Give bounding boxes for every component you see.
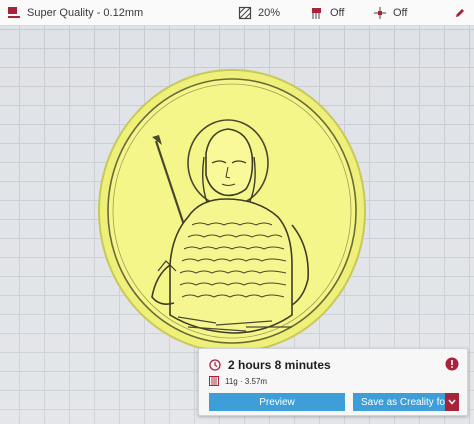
infill-setting[interactable]: 20% [238, 0, 280, 26]
print-profile-selector[interactable]: Super Quality - 0.12mm [7, 0, 143, 26]
material-stats-row: 11g · 3.57m [209, 376, 267, 386]
save-button[interactable]: Save as Creality fo... [353, 393, 445, 411]
adhesion-icon [374, 7, 386, 19]
adhesion-value: Off [393, 7, 408, 19]
material-usage: 11g · 3.57m [225, 376, 268, 386]
print-time-row: 2 hours 8 minutes [209, 358, 331, 372]
print-time: 2 hours 8 minutes [228, 358, 331, 372]
infill-value: 20% [258, 7, 281, 19]
support-setting[interactable]: Off [310, 0, 344, 26]
chevron-down-icon [448, 399, 456, 405]
print-action-panel: 2 hours 8 minutes 11g · 3.57m Preview Sa… [198, 348, 468, 416]
adhesion-setting[interactable]: Off [373, 0, 407, 26]
profile-flag-icon [8, 7, 20, 18]
info-icon[interactable] [445, 357, 459, 371]
support-value: Off [330, 7, 345, 19]
support-icon [312, 8, 321, 19]
save-options-dropdown[interactable] [445, 393, 459, 411]
infill-icon [238, 6, 252, 20]
profile-label: Super Quality - 0.12mm [27, 7, 144, 19]
clock-icon [209, 359, 221, 371]
preview-button[interactable]: Preview [209, 393, 345, 411]
edit-icon[interactable] [454, 7, 466, 19]
coin-model[interactable] [96, 65, 368, 355]
top-toolbar: Super Quality - 0.12mm 20% Off Off [0, 0, 474, 26]
filament-icon [209, 376, 219, 386]
